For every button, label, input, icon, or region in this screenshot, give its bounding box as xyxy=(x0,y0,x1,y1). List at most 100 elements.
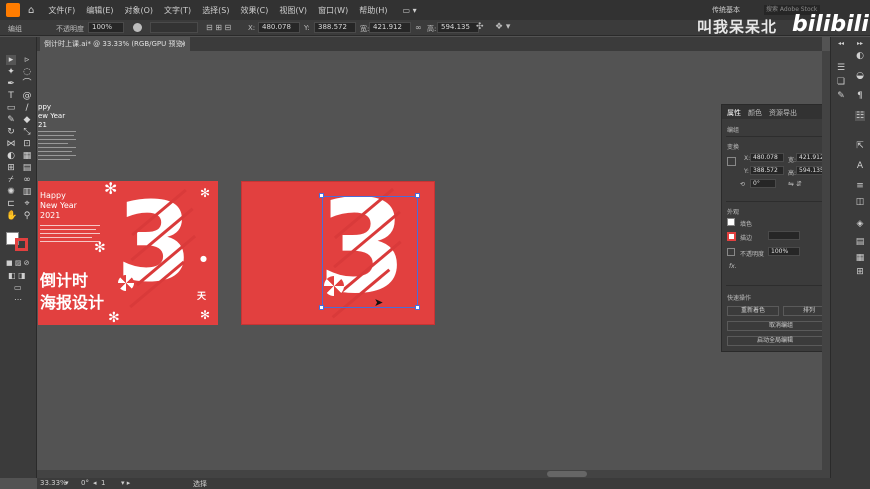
type-tool-icon[interactable]: T xyxy=(6,91,16,101)
x-field[interactable]: 480.078 xyxy=(258,22,300,33)
shaper-icon[interactable]: ✎ xyxy=(6,115,16,125)
scale-icon[interactable]: ⤡ xyxy=(22,127,32,137)
tab-color[interactable]: 颜色 xyxy=(748,108,762,118)
document-tab[interactable]: 倒计时上课.ai* @ 33.33% (RGB/GPU 预览) × xyxy=(40,37,190,51)
selection-tool-icon[interactable]: ▸ xyxy=(6,55,16,65)
edit-toolbar-icon[interactable]: ⋯ xyxy=(14,295,22,304)
rotate-icon[interactable]: ↻ xyxy=(6,127,16,137)
menu-edit[interactable]: 编辑(E) xyxy=(86,5,113,16)
brushes-icon[interactable]: ✎ xyxy=(836,91,846,101)
isolate-icon[interactable]: ❖ ▾ xyxy=(495,22,510,32)
artboard-nav-next-icon[interactable]: ▾ ▸ xyxy=(121,479,130,487)
graph-tool-icon[interactable]: ▥ xyxy=(22,187,32,197)
menu-file[interactable]: 文件(F) xyxy=(48,5,75,16)
artboard-nav-prev-icon[interactable]: ◂ xyxy=(93,479,97,487)
menu-window[interactable]: 窗口(W) xyxy=(318,5,348,16)
artboard-number-field[interactable]: 1 xyxy=(101,479,105,487)
horizontal-scroll-thumb[interactable] xyxy=(547,471,587,477)
rotate-view-field[interactable]: 0° xyxy=(81,479,89,487)
home-icon[interactable]: ⌂ xyxy=(28,5,34,16)
menu-effect[interactable]: 效果(C) xyxy=(241,5,269,16)
libraries-icon[interactable]: ❏ xyxy=(836,77,846,87)
pen-tool-icon[interactable]: ✒ xyxy=(6,79,16,89)
link-proportions-icon[interactable]: ∞ xyxy=(415,23,422,32)
export-icon[interactable]: ⇱ xyxy=(855,141,865,151)
blend-icon[interactable]: ∞ xyxy=(22,175,32,185)
close-tab-icon[interactable]: × xyxy=(180,37,186,51)
properties-icon[interactable]: ☷ xyxy=(855,111,865,121)
free-transform-icon[interactable]: ⊡ xyxy=(22,139,32,149)
perspective-icon[interactable]: ▦ xyxy=(22,151,32,161)
vertical-scrollbar[interactable] xyxy=(822,51,830,478)
panel-opacity-field[interactable]: 100% xyxy=(768,247,800,256)
artboard-1-poster[interactable]: Happy New Year 2021 3 倒计时 海报设计 天 ✻ ✻ ✻ ●… xyxy=(38,181,218,325)
pathfinder-icon[interactable]: ◫ xyxy=(855,197,865,207)
align-icon[interactable]: ≡ xyxy=(855,181,865,191)
menu-select[interactable]: 选择(S) xyxy=(202,5,229,16)
selection-bounding-box[interactable] xyxy=(322,196,418,308)
curvature-icon[interactable]: ⌒ xyxy=(22,79,32,89)
opacity-field[interactable]: 100% xyxy=(88,22,124,33)
panel-angle-field[interactable]: 0° xyxy=(750,179,776,188)
panel-y-field[interactable]: 388.572 xyxy=(750,166,784,175)
magic-wand-icon[interactable]: ✦ xyxy=(6,67,16,77)
gradient-icon[interactable]: ▤ xyxy=(22,163,32,173)
recolor-button[interactable]: 重新着色 xyxy=(727,306,779,316)
stroke-swatch[interactable] xyxy=(727,232,736,241)
fill-stroke-swatch[interactable] xyxy=(6,232,30,252)
rectangle-tool-icon[interactable]: ▭ xyxy=(6,103,16,113)
reference-point-icon[interactable] xyxy=(727,157,736,166)
color-mode-icons[interactable]: ■ ▨ ⊘ xyxy=(6,259,30,267)
menu-view[interactable]: 视图(V) xyxy=(279,5,307,16)
slice-icon[interactable]: ⌖ xyxy=(22,199,32,209)
menu-type[interactable]: 文字(T) xyxy=(164,5,191,16)
eraser-icon[interactable]: ◆ xyxy=(22,115,32,125)
layers-icon[interactable]: ☰ xyxy=(836,63,846,73)
direct-selection-tool-icon[interactable]: ▹ xyxy=(22,55,32,65)
workspace-switcher[interactable]: 传统基本 xyxy=(712,5,740,15)
zoom-dropdown-icon[interactable]: ▾ xyxy=(65,479,69,487)
flip-icons[interactable]: ⇋ ⇵ xyxy=(788,180,802,188)
screen-mode-icon[interactable]: ▭ xyxy=(14,283,22,292)
paragraph-icon[interactable]: ¶ xyxy=(855,91,865,101)
tab-asset-export[interactable]: 资源导出 xyxy=(769,108,797,118)
y-field[interactable]: 388.572 xyxy=(314,22,356,33)
fill-swatch[interactable] xyxy=(727,218,735,226)
layers-panel-icon[interactable]: ◈ xyxy=(855,219,865,229)
lasso-icon[interactable]: ◌ xyxy=(22,67,32,77)
zoom-level-field[interactable]: 33.33% xyxy=(40,479,67,487)
color-icon[interactable]: ◐ xyxy=(855,51,865,61)
panel-x-field[interactable]: 480.078 xyxy=(750,153,784,162)
artboard-2-poster[interactable]: 3 ➤ xyxy=(241,181,435,325)
h-field[interactable]: 594.135 xyxy=(437,22,479,33)
selection-handle[interactable] xyxy=(415,305,420,310)
recolor-icon[interactable] xyxy=(133,23,142,32)
menu-help[interactable]: 帮助(H) xyxy=(359,5,387,16)
draw-mode-icon[interactable]: ◧ ◨ xyxy=(8,271,26,280)
symbols-icon[interactable]: ⊞ xyxy=(855,267,865,277)
mesh-icon[interactable]: ⊞ xyxy=(6,163,16,173)
w-field[interactable]: 421.912 xyxy=(369,22,411,33)
fx-button[interactable]: fx. xyxy=(729,263,737,270)
transform-icon[interactable]: ✣ xyxy=(476,22,484,32)
zoom-tool-icon[interactable]: ⚲ xyxy=(22,211,32,221)
collapse-dock-icon[interactable]: ◂◂ xyxy=(836,39,846,49)
color-guide-icon[interactable]: ◒ xyxy=(855,71,865,81)
paintbrush-icon[interactable]: / xyxy=(22,103,32,113)
selection-handle[interactable] xyxy=(415,193,420,198)
menu-object[interactable]: 对象(O) xyxy=(125,5,154,16)
start-global-edit-button[interactable]: 启动全局编辑 xyxy=(727,336,823,346)
horizontal-scrollbar[interactable] xyxy=(37,470,822,478)
selection-handle[interactable] xyxy=(319,305,324,310)
width-tool-icon[interactable]: ⋈ xyxy=(6,139,16,149)
ungroup-button[interactable]: 取消编组 xyxy=(727,321,835,331)
artboards-icon[interactable]: ▤ xyxy=(855,237,865,247)
collapse-dock-icon[interactable]: ▸▸ xyxy=(855,39,865,49)
character-icon[interactable]: A xyxy=(855,161,865,171)
symbol-sprayer-icon[interactable]: ✺ xyxy=(6,187,16,197)
artboard-tool-icon[interactable]: ⊏ xyxy=(6,199,16,209)
hand-tool-icon[interactable]: ✋ xyxy=(6,211,17,221)
selection-handle[interactable] xyxy=(319,193,324,198)
assets-icon[interactable]: ▦ xyxy=(855,253,865,263)
eyedropper-icon[interactable]: ⌿ xyxy=(6,175,16,185)
